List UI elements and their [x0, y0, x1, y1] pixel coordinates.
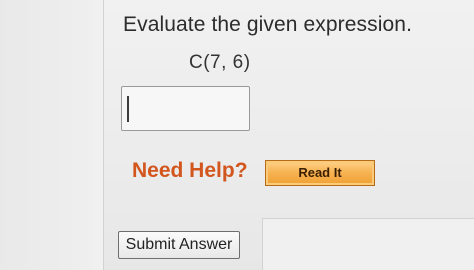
side-panel: [262, 218, 474, 270]
text-caret: [127, 96, 129, 122]
question-prompt: Evaluate the given expression.: [123, 13, 413, 36]
question-panel: Evaluate the given expression. C(7, 6) N…: [0, 0, 474, 270]
vertical-divider: [103, 0, 104, 270]
answer-input[interactable]: [121, 86, 250, 131]
submit-answer-button[interactable]: Submit Answer: [118, 231, 240, 259]
need-help-label: Need Help?: [132, 159, 248, 182]
left-margin: [0, 0, 104, 270]
expression: C(7, 6): [189, 52, 251, 73]
read-it-button[interactable]: Read It: [265, 160, 375, 186]
